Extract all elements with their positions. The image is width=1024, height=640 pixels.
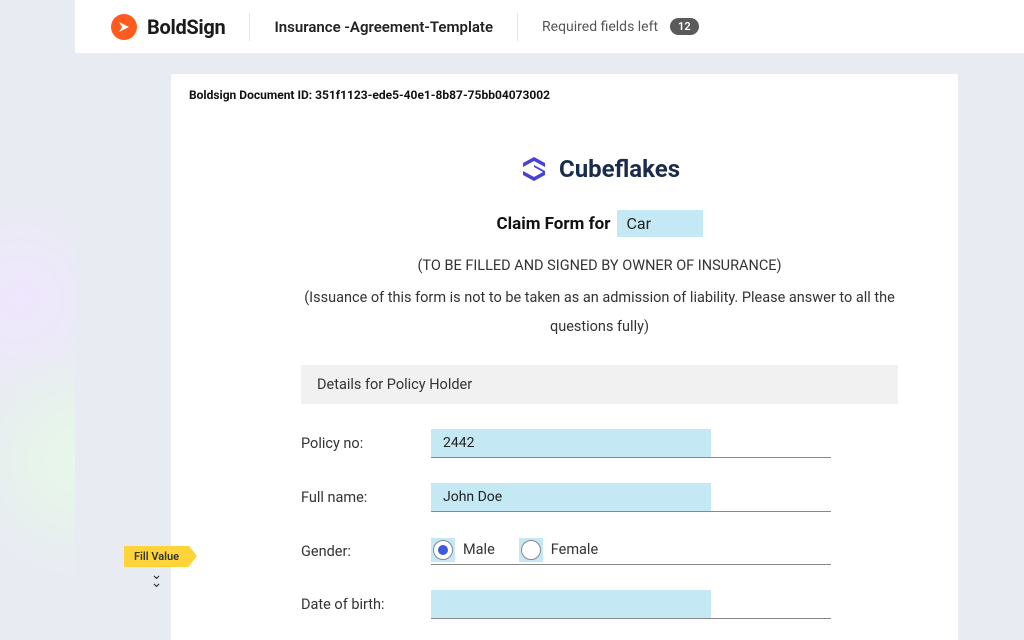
form-content: Cubeflakes Claim Form for Car (TO BE FIL… — [171, 102, 958, 619]
divider — [517, 13, 518, 41]
claim-type-field[interactable]: Car — [617, 210, 703, 237]
chevron-down-icon: ⌄⌄ — [124, 571, 189, 588]
full-name-row: Full name: John Doe — [301, 484, 898, 512]
full-name-input[interactable]: John Doe — [431, 483, 711, 511]
gender-row: Gender: Male — [301, 538, 898, 565]
document-id-line: Boldsign Document ID: 351f1123-ede5-40e1… — [171, 88, 958, 102]
gender-female-label: Female — [551, 541, 598, 558]
radio-chip — [431, 538, 455, 562]
required-fields-label: Required fields left — [542, 19, 658, 35]
radio-selected-dot-icon — [438, 545, 448, 555]
brand-logo[interactable]: BoldSign — [111, 14, 225, 40]
fill-value-ribbon: Fill Value — [124, 546, 189, 567]
dob-field-line — [431, 591, 831, 619]
full-name-label: Full name: — [301, 489, 431, 506]
form-title: Claim Form for — [496, 214, 610, 234]
document-title: Insurance -Agreement-Template — [274, 18, 493, 36]
dob-row: Date of birth: — [301, 591, 898, 619]
brand-name: BoldSign — [147, 15, 225, 39]
radio-circle-icon — [433, 540, 453, 560]
dob-input[interactable] — [431, 590, 711, 618]
policy-no-label: Policy no: — [301, 435, 431, 452]
required-fields-count-badge: 12 — [670, 18, 699, 35]
boldsign-logo-icon — [111, 14, 137, 40]
app-header: BoldSign Insurance -Agreement-Template R… — [75, 0, 1024, 54]
instruction-line-2: (Issuance of this form is not to be take… — [301, 283, 898, 341]
section-header-policy-holder: Details for Policy Holder — [301, 365, 898, 404]
radio-circle-icon — [521, 540, 541, 560]
gender-male-label: Male — [463, 541, 495, 558]
gender-radio-group: Male Female — [431, 538, 831, 565]
form-title-row: Claim Form for Car — [301, 210, 898, 237]
document-canvas: Boldsign Document ID: 351f1123-ede5-40e1… — [75, 54, 1024, 640]
gender-label: Gender: — [301, 543, 431, 560]
cubeflakes-logo-icon — [519, 154, 549, 184]
policy-no-row: Policy no: 2442 — [301, 430, 898, 458]
app-frame: BoldSign Insurance -Agreement-Template R… — [75, 0, 1024, 640]
full-name-field-line: John Doe — [431, 484, 831, 512]
instruction-line-1: (TO BE FILLED AND SIGNED BY OWNER OF INS… — [301, 255, 898, 277]
document-page: Boldsign Document ID: 351f1123-ede5-40e1… — [171, 74, 958, 640]
radio-chip — [519, 538, 543, 562]
required-fields-indicator[interactable]: Required fields left 12 — [542, 18, 699, 35]
gender-male-option[interactable]: Male — [431, 538, 495, 562]
company-name: Cubeflakes — [559, 155, 680, 183]
policy-no-field-line: 2442 — [431, 430, 831, 458]
company-brand: Cubeflakes — [301, 154, 898, 184]
divider — [249, 13, 250, 41]
fill-value-hint[interactable]: Fill Value ⌄⌄ — [124, 546, 189, 588]
dob-label: Date of birth: — [301, 596, 431, 613]
policy-no-input[interactable]: 2442 — [431, 429, 711, 457]
gender-female-option[interactable]: Female — [519, 538, 598, 562]
